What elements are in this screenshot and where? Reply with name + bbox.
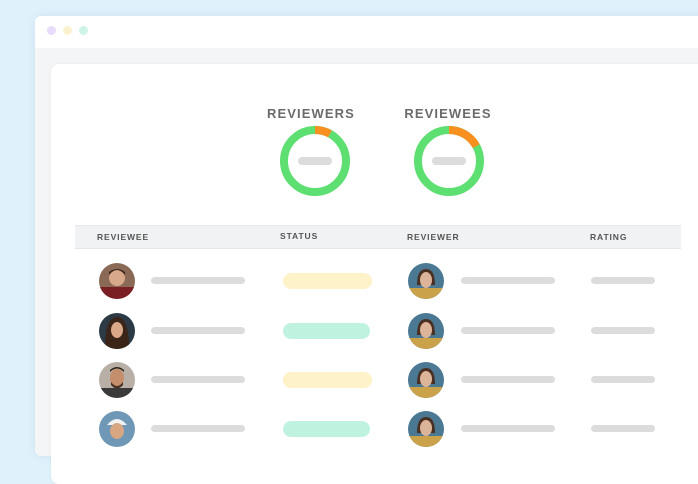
reviewer-avatar xyxy=(408,411,444,447)
reviewee-avatar xyxy=(99,263,135,299)
rating-placeholder xyxy=(591,327,655,334)
minimize-dot[interactable] xyxy=(63,26,72,35)
rating-placeholder xyxy=(591,425,655,432)
reviewee-name-placeholder xyxy=(151,327,245,334)
column-header-reviewer[interactable]: REVIEWER xyxy=(407,232,460,242)
status-pill-pending xyxy=(283,372,372,388)
reviewees-donut xyxy=(414,126,484,196)
column-header-status[interactable]: STATUS xyxy=(280,231,318,241)
reviewee-avatar xyxy=(99,313,135,349)
reviewee-avatar xyxy=(99,362,135,398)
reviewee-name-placeholder xyxy=(151,376,245,383)
table-row[interactable] xyxy=(51,313,698,357)
donut-value-placeholder xyxy=(432,157,466,165)
reviewer-name-placeholder xyxy=(461,277,555,284)
reviewer-avatar xyxy=(408,263,444,299)
reviewer-name-placeholder xyxy=(461,376,555,383)
rating-placeholder xyxy=(591,277,655,284)
reviewee-name-placeholder xyxy=(151,425,245,432)
table-row[interactable] xyxy=(51,411,698,455)
table-row[interactable] xyxy=(51,362,698,406)
reviewees-title: REVIEWEES xyxy=(404,106,492,121)
reviewer-avatar xyxy=(408,362,444,398)
review-dashboard-card: REVIEWERS REVIEWEES REVIEWEE STATUS REVI… xyxy=(51,64,698,484)
rating-placeholder xyxy=(591,376,655,383)
reviewee-avatar xyxy=(99,411,135,447)
browser-window: REVIEWERS REVIEWEES REVIEWEE STATUS REVI… xyxy=(35,16,698,484)
reviewee-name-placeholder xyxy=(151,277,245,284)
table-row[interactable] xyxy=(51,263,698,307)
reviewer-avatar xyxy=(408,313,444,349)
column-header-rating[interactable]: RATING xyxy=(590,232,627,242)
reviewers-title: REVIEWERS xyxy=(267,106,355,121)
table-header: REVIEWEE STATUS REVIEWER RATING xyxy=(75,225,681,249)
reviewers-donut xyxy=(280,126,350,196)
status-pill-pending xyxy=(283,273,372,289)
status-pill-done xyxy=(283,323,370,339)
maximize-dot[interactable] xyxy=(79,26,88,35)
reviewer-name-placeholder xyxy=(461,327,555,334)
status-pill-done xyxy=(283,421,370,437)
close-dot[interactable] xyxy=(47,26,56,35)
window-titlebar xyxy=(35,16,698,48)
donut-value-placeholder xyxy=(298,157,332,165)
column-header-reviewee[interactable]: REVIEWEE xyxy=(97,232,149,242)
reviewer-name-placeholder xyxy=(461,425,555,432)
